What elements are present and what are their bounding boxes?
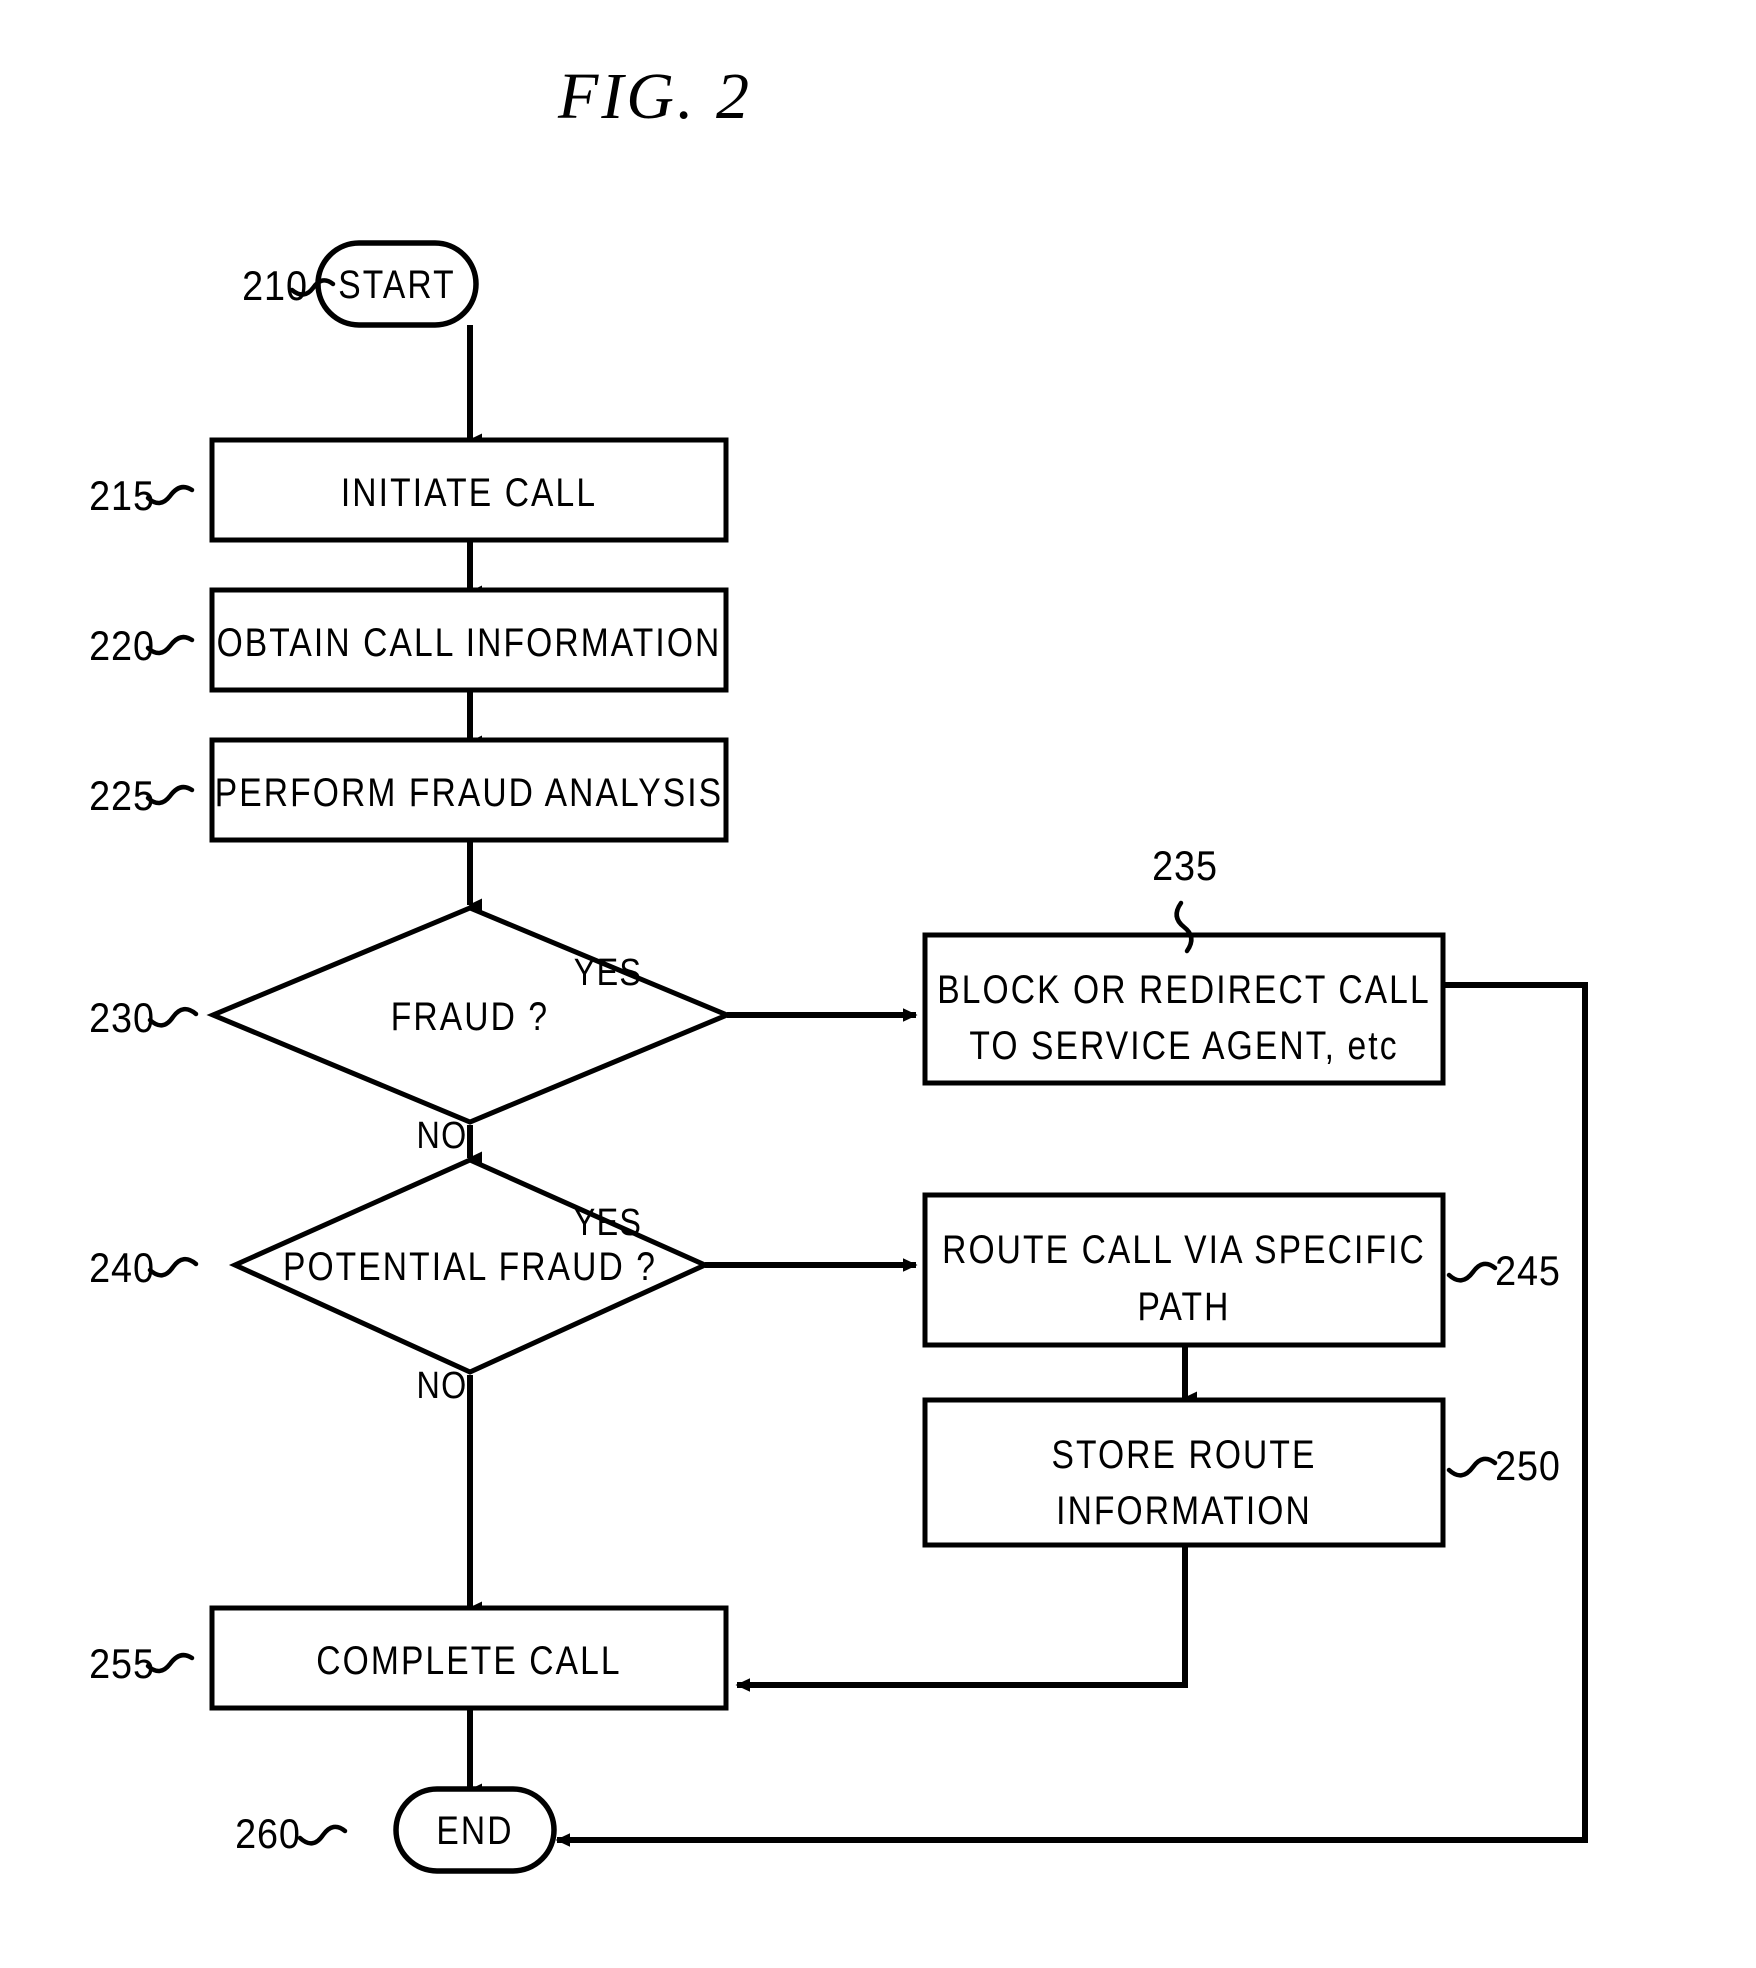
patent-figure-page: FIG. 2 START INITIATE CALL OBTAIN CALL I…: [0, 0, 1756, 1968]
ref-number-255: 255: [89, 1641, 155, 1687]
ref-callout-225: 225: [89, 773, 195, 819]
node-block-or-redirect: BLOCK OR REDIRECT CALL TO SERVICE AGENT,…: [922, 932, 1446, 1086]
node-start: START: [315, 240, 479, 328]
flowchart-diagram: FIG. 2 START INITIATE CALL OBTAIN CALL I…: [89, 60, 1588, 1874]
ref-callout-240: 240: [89, 1245, 199, 1291]
perform-fraud-analysis-label: PERFORM FRAUD ANALYSIS: [215, 770, 723, 814]
potential-fraud-decision-label: POTENTIAL FRAUD ?: [283, 1244, 657, 1288]
node-end: END: [393, 1786, 557, 1874]
ref-number-225: 225: [89, 773, 155, 819]
ref-number-240: 240: [89, 1245, 155, 1291]
branch-label-potential-no: NO: [416, 1365, 467, 1407]
leader-230: [147, 1007, 199, 1028]
ref-number-210: 210: [242, 263, 308, 309]
ref-callout-250: 250: [1446, 1443, 1561, 1489]
fraud-decision-label: FRAUD ?: [391, 994, 549, 1038]
end-label: END: [436, 1808, 513, 1852]
node-potential-fraud-decision: POTENTIAL FRAUD ?: [228, 1157, 712, 1375]
branch-label-fraud-no: NO: [416, 1115, 467, 1157]
node-route-call: ROUTE CALL VIA SPECIFIC PATH: [922, 1192, 1446, 1348]
node-store-route-information: STORE ROUTE INFORMATION: [922, 1397, 1446, 1548]
ref-number-260: 260: [235, 1811, 301, 1857]
ref-callout-255: 255: [89, 1641, 195, 1687]
complete-call-label: COMPLETE CALL: [316, 1638, 621, 1682]
branch-label-potential-yes: YES: [574, 1202, 642, 1244]
block-or-redirect-line1: BLOCK OR REDIRECT CALL: [937, 967, 1430, 1011]
initiate-call-label: INITIATE CALL: [341, 470, 597, 514]
ref-callout-215: 215: [89, 473, 195, 519]
leader-245: [1446, 1261, 1498, 1283]
node-initiate-call: INITIATE CALL: [209, 437, 729, 543]
ref-number-215: 215: [89, 473, 155, 519]
node-complete-call: COMPLETE CALL: [209, 1605, 729, 1711]
ref-callout-260: 260: [235, 1811, 348, 1857]
ref-number-220: 220: [89, 623, 155, 669]
ref-callout-245: 245: [1446, 1248, 1561, 1294]
connector-store-to-complete: [735, 1545, 1188, 1692]
figure-title: FIG. 2: [557, 60, 752, 133]
start-label: START: [338, 262, 455, 306]
leader-260: [297, 1824, 348, 1846]
route-call-line1: ROUTE CALL VIA SPECIFIC: [942, 1227, 1426, 1271]
ref-callout-230: 230: [89, 995, 199, 1041]
ref-number-245: 245: [1495, 1248, 1561, 1294]
obtain-call-information-label: OBTAIN CALL INFORMATION: [217, 620, 722, 664]
branch-label-fraud-yes: YES: [574, 952, 642, 994]
node-fraud-decision: FRAUD ?: [206, 905, 734, 1125]
ref-callout-220: 220: [89, 623, 195, 669]
route-call-line2: PATH: [1138, 1284, 1231, 1328]
ref-number-250: 250: [1495, 1443, 1561, 1489]
ref-number-235: 235: [1152, 843, 1218, 889]
block-or-redirect-line2: TO SERVICE AGENT, etc: [969, 1023, 1398, 1067]
node-perform-fraud-analysis: PERFORM FRAUD ANALYSIS: [209, 737, 729, 843]
leader-250: [1446, 1456, 1498, 1478]
leader-240: [147, 1257, 199, 1278]
store-route-line2: INFORMATION: [1056, 1488, 1312, 1532]
node-obtain-call-information: OBTAIN CALL INFORMATION: [209, 587, 729, 693]
ref-number-230: 230: [89, 995, 155, 1041]
store-route-line1: STORE ROUTE: [1051, 1432, 1316, 1476]
